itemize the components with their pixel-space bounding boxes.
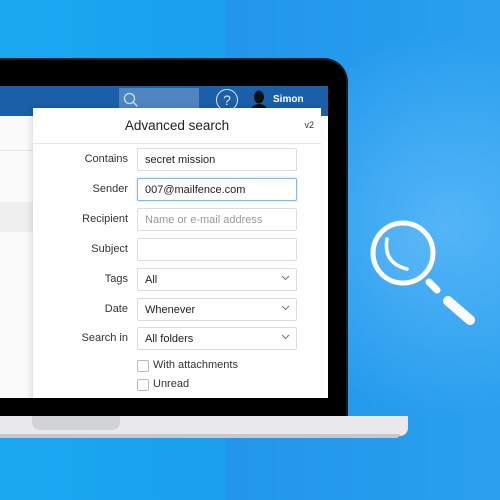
search-in-select[interactable]: All folders	[137, 327, 297, 350]
divider	[33, 143, 321, 144]
chevron-down-icon	[281, 305, 290, 311]
search-in-selected-value: All folders	[145, 333, 194, 345]
laptop-base-shadow	[0, 434, 400, 438]
search-in-row: Search in All folders	[33, 327, 321, 351]
chevron-down-icon	[281, 334, 290, 340]
tags-select[interactable]: All	[137, 268, 297, 291]
magnifying-glass-icon	[370, 220, 475, 325]
recipient-row: Recipient Name or e-mail address	[33, 208, 321, 232]
recipient-input[interactable]: Name or e-mail address	[137, 208, 297, 231]
date-selected-value: Whenever	[145, 304, 196, 316]
contains-label: Contains	[84, 153, 128, 165]
sender-input[interactable]: 007@mailfence.com	[137, 178, 297, 201]
date-row: Date Whenever	[33, 298, 321, 322]
tags-label: Tags	[104, 273, 128, 285]
date-label: Date	[104, 303, 128, 315]
advanced-search-panel: Advanced search v2 Contains secret missi…	[33, 108, 321, 398]
divider	[0, 150, 33, 151]
recipient-label: Recipient	[82, 213, 128, 225]
sender-label: Sender	[92, 183, 128, 195]
tags-selected-value: All	[145, 274, 158, 286]
subject-row: Subject	[33, 238, 321, 262]
app-screen: ? Simon Advanced search v2 Contains secr…	[0, 86, 328, 398]
subject-input[interactable]	[137, 238, 297, 261]
contains-row: Contains secret mission	[33, 148, 321, 172]
sender-row: Sender 007@mailfence.com	[33, 178, 321, 202]
list-item[interactable]	[0, 202, 33, 232]
unread-label[interactable]: Unread	[153, 378, 189, 390]
panel-title: Advanced search	[124, 118, 230, 133]
chevron-down-icon	[281, 275, 290, 281]
date-select[interactable]: Whenever	[137, 298, 297, 321]
with-attachments-checkbox[interactable]	[137, 360, 149, 372]
message-list-pane	[0, 116, 33, 398]
search-icon	[123, 92, 138, 107]
username-label[interactable]: Simon	[273, 94, 304, 105]
unread-checkbox[interactable]	[137, 379, 149, 391]
version-label[interactable]: v2	[304, 120, 314, 130]
tags-row: Tags All	[33, 268, 321, 292]
contains-input[interactable]: secret mission	[137, 148, 297, 171]
with-attachments-label[interactable]: With attachments	[153, 359, 238, 371]
subject-label: Subject	[91, 243, 128, 255]
search-in-label: Search in	[81, 332, 128, 344]
laptop-notch	[32, 416, 120, 430]
